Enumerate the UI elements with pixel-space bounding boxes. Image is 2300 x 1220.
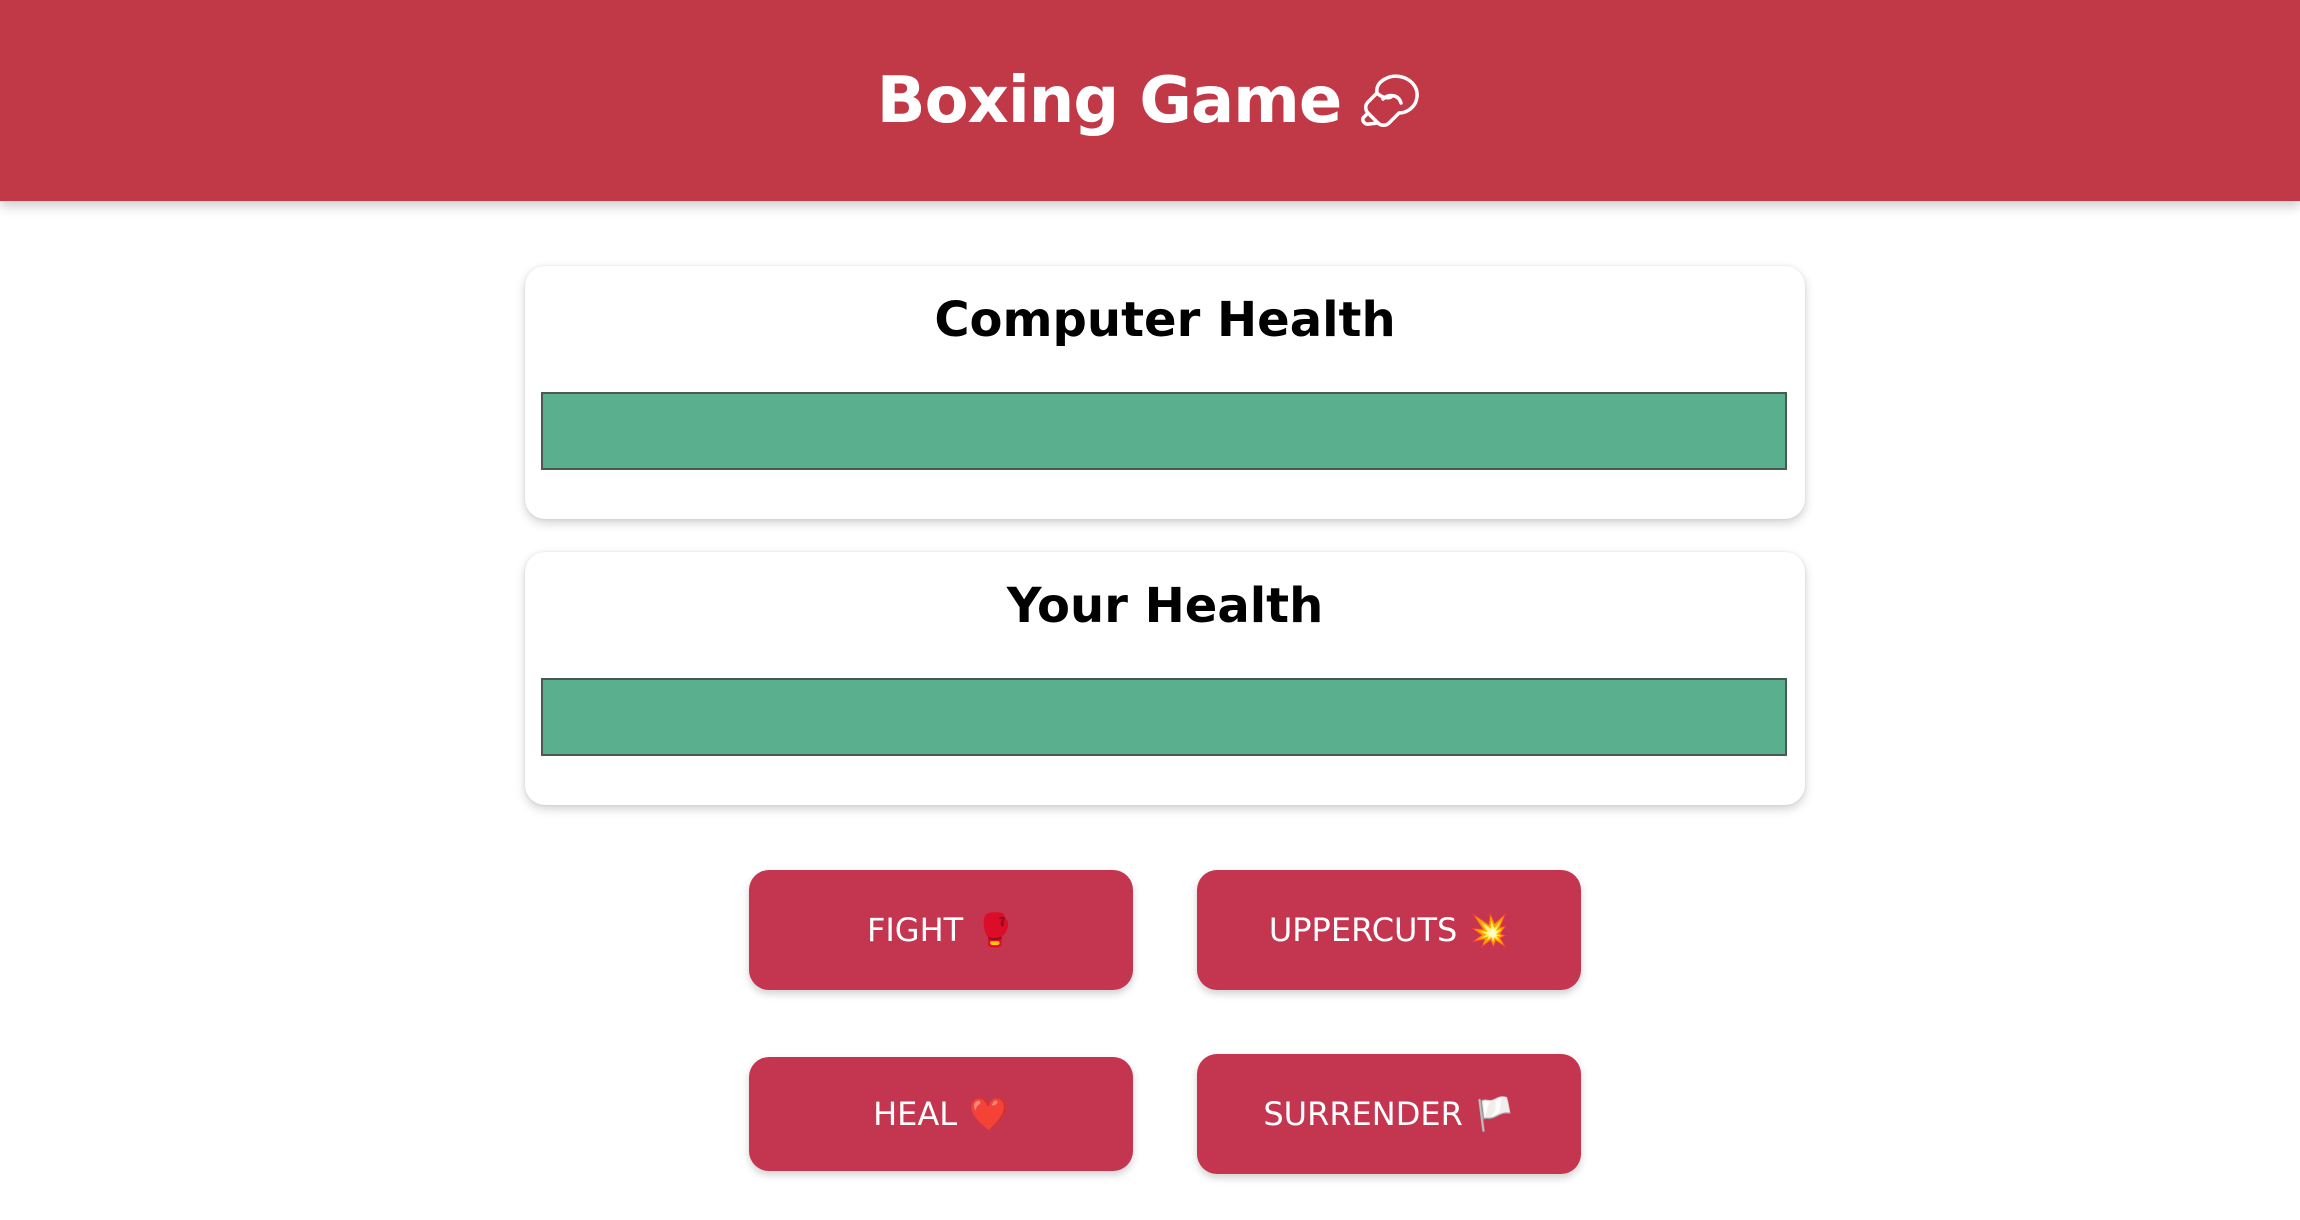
computer-health-title: Computer Health xyxy=(934,292,1396,348)
boxing-glove-icon: 🥊 xyxy=(975,911,1016,949)
heal-button[interactable]: HEAL ❤️ xyxy=(749,1057,1133,1171)
uppercuts-button[interactable]: UPPERCUTS 💥 xyxy=(1197,870,1581,990)
white-flag-icon: 🏳️ xyxy=(1474,1095,1515,1133)
fight-button[interactable]: FIGHT 🥊 xyxy=(749,870,1133,990)
player-health-title: Your Health xyxy=(1006,578,1324,634)
fight-label: FIGHT xyxy=(866,911,964,949)
player-health-bar xyxy=(541,678,1787,756)
computer-health-bar xyxy=(541,392,1787,470)
computer-health-card: Computer Health xyxy=(525,266,1805,519)
heart-icon: ❤️ xyxy=(969,1095,1009,1133)
game-title: Boxing Game xyxy=(877,64,1423,138)
surrender-label: SURRENDER xyxy=(1263,1095,1463,1133)
computer-health-fill xyxy=(543,394,1785,468)
uppercuts-label: UPPERCUTS xyxy=(1268,911,1458,949)
heal-label: HEAL xyxy=(873,1095,958,1133)
player-health-card: Your Health xyxy=(525,552,1805,805)
game-title-text: Boxing Game xyxy=(876,63,1342,138)
collision-icon: 💥 xyxy=(1469,911,1510,949)
header-bar: Boxing Game xyxy=(0,0,2300,201)
player-health-fill xyxy=(543,680,1785,754)
surrender-button[interactable]: SURRENDER 🏳️ xyxy=(1197,1054,1581,1174)
boxing-glove-icon xyxy=(1359,69,1423,133)
